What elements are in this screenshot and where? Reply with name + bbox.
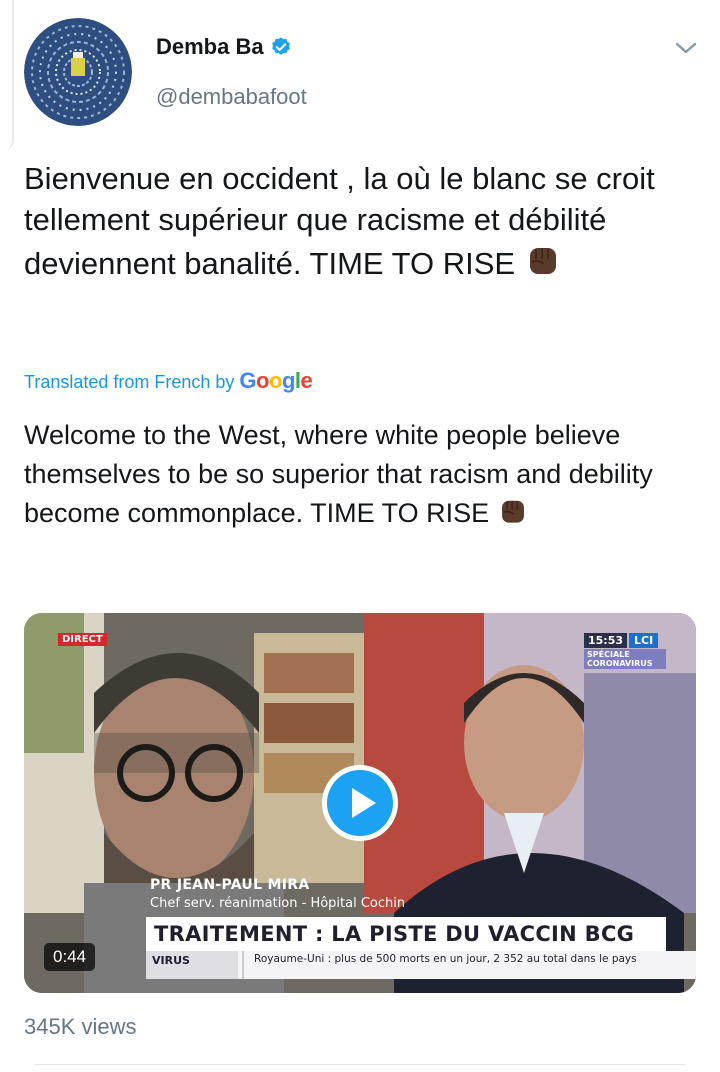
divider <box>34 1064 686 1065</box>
video-player[interactable]: DIRECT 15:53 LCI SPÉCIALE CORONAVIRUS PR… <box>24 613 696 993</box>
thread-rail <box>0 0 14 150</box>
google-logo: Google <box>239 368 313 393</box>
special-edition-badge: SPÉCIALE CORONAVIRUS <box>584 649 666 669</box>
ticker-text: Royaume-Uni : plus de 500 morts en un jo… <box>242 951 684 979</box>
chevron-down-icon[interactable] <box>672 34 700 62</box>
news-ticker: VIRUS Royaume-Uni : plus de 500 morts en… <box>146 951 696 979</box>
author-handle[interactable]: @dembabafoot <box>156 84 307 110</box>
avatar-image <box>24 18 132 126</box>
raised-fist-icon <box>501 500 524 523</box>
video-duration: 0:44 <box>44 943 96 971</box>
translation-text-body: Welcome to the West, where white people … <box>24 420 653 528</box>
headline-bar: TRAITEMENT : LA PISTE DU VACCIN BCG <box>146 917 666 951</box>
play-icon[interactable] <box>320 763 400 843</box>
channel-clock: 15:53 LCI <box>584 633 659 648</box>
live-badge: DIRECT <box>58 633 107 646</box>
tweet-text: Bienvenue en occident , la où le blanc s… <box>24 158 704 284</box>
author-display-name[interactable]: Demba Ba <box>156 34 264 60</box>
channel-logo: LCI <box>629 633 659 648</box>
guest-name: PR JEAN-PAUL MIRA <box>150 877 310 893</box>
translation-text: Welcome to the West, where white people … <box>24 416 704 533</box>
guest-role: Chef serv. réanimation - Hôpital Cochin <box>150 896 406 911</box>
author-name-row[interactable]: Demba Ba <box>156 34 292 60</box>
translation-attribution[interactable]: Translated from French by Google <box>24 368 313 394</box>
translation-label[interactable]: Translated from French by <box>24 372 234 393</box>
view-count: 345K views <box>24 1014 137 1039</box>
headline-text: TRAITEMENT : LA PISTE DU VACCIN BCG <box>154 922 635 946</box>
verified-badge-icon <box>271 37 290 55</box>
ticker-label: VIRUS <box>146 951 238 979</box>
avatar[interactable] <box>24 18 132 126</box>
clock-time: 15:53 <box>584 633 628 648</box>
raised-fist-icon <box>529 248 556 274</box>
